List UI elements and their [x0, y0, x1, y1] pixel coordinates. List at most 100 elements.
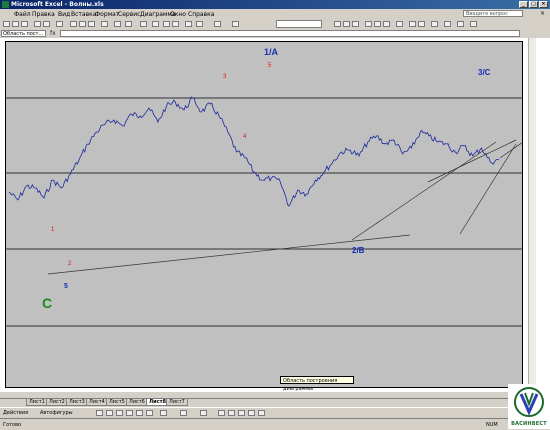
maximize-button[interactable]: □ — [529, 1, 538, 8]
print-icon[interactable] — [34, 21, 41, 27]
chart-tooltip: Область построения диаграммы — [280, 376, 354, 392]
rectangle-icon[interactable] — [116, 410, 123, 416]
currency-icon[interactable] — [409, 21, 416, 27]
preview-icon[interactable] — [43, 21, 50, 27]
align-left-icon[interactable] — [365, 21, 372, 27]
help-icon[interactable] — [232, 21, 239, 27]
logo-text: ВАСИНВЕСТ — [511, 421, 547, 427]
sort-asc-icon[interactable] — [163, 21, 170, 27]
textbox-icon[interactable] — [136, 410, 143, 416]
zoom-icon[interactable] — [214, 21, 221, 27]
menu-tools[interactable]: Сервис — [118, 11, 140, 18]
wave-label-4: 4 — [243, 134, 247, 140]
save-icon[interactable] — [21, 21, 28, 27]
wave-label-5-low: 5 — [64, 283, 68, 290]
borders-icon[interactable] — [444, 21, 451, 27]
line-icon[interactable] — [96, 410, 103, 416]
menu-format[interactable]: Формат — [95, 11, 119, 18]
wave-label-2b: 2/B — [352, 246, 365, 255]
wave-label-1a: 1/A — [264, 47, 279, 57]
redo-icon[interactable] — [125, 21, 132, 27]
trendline — [427, 139, 517, 183]
arrow-style-icon[interactable] — [238, 410, 245, 416]
tab-sheet-2[interactable]: Лист2 — [46, 399, 68, 406]
formula-input[interactable] — [60, 30, 520, 37]
draw-actions-menu[interactable]: Действия — [3, 410, 28, 416]
minimize-button[interactable]: _ — [519, 1, 528, 8]
chart-plot[interactable]: 1 2 3 4 5 1/A 2/B 3/C 5 C — [6, 42, 522, 387]
close-button[interactable]: × — [539, 1, 548, 8]
shadow-icon[interactable] — [248, 410, 255, 416]
excel-app-icon — [2, 1, 9, 8]
underline-icon[interactable] — [352, 21, 359, 27]
align-center-icon[interactable] — [374, 21, 381, 27]
wave-label-c: C — [42, 295, 52, 311]
side-panel — [536, 38, 550, 390]
font-color-draw-icon[interactable] — [200, 410, 207, 416]
logo-emblem-icon — [514, 387, 544, 417]
tab-sheet-7[interactable]: Лист7 — [166, 399, 188, 406]
bold-icon[interactable] — [334, 21, 341, 27]
font-color-icon[interactable] — [470, 21, 477, 27]
menu-insert[interactable]: Вставка — [71, 11, 96, 18]
menu-file[interactable]: Файл — [14, 11, 31, 18]
new-icon[interactable] — [3, 21, 10, 27]
cut-icon[interactable] — [70, 21, 77, 27]
menu-help[interactable]: Справка — [188, 11, 214, 18]
tab-sheet-5[interactable]: Лист5 — [106, 399, 128, 406]
fill-icon[interactable] — [160, 410, 167, 416]
title-bar: Microsoft Excel - Волны.xls _ □ × — [0, 0, 550, 9]
align-right-icon[interactable] — [383, 21, 390, 27]
worksheet-area: 1 2 3 4 5 1/A 2/B 3/C 5 C — [0, 38, 528, 392]
sort-desc-icon[interactable] — [172, 21, 179, 27]
arrow-icon[interactable] — [106, 410, 113, 416]
3d-icon[interactable] — [258, 410, 265, 416]
wave-label-2: 2 — [68, 261, 72, 267]
drawing-toolbar: Действия Автофигуры — [0, 407, 510, 418]
tab-sheet-1[interactable]: Лист1 — [26, 399, 48, 406]
copy-icon[interactable] — [79, 21, 86, 27]
autoshapes-menu[interactable]: Автофигуры — [40, 410, 73, 416]
trendline — [351, 141, 497, 241]
fill-color-icon[interactable] — [457, 21, 464, 27]
line-style-icon[interactable] — [218, 410, 225, 416]
italic-icon[interactable] — [343, 21, 350, 27]
tab-sheet-4[interactable]: Лист4 — [86, 399, 108, 406]
logo: ВАСИНВЕСТ — [508, 384, 550, 429]
tab-sheet-3[interactable]: Лист3 — [66, 399, 88, 406]
fx-icon[interactable]: fx — [50, 30, 56, 37]
wave-label-1: 1 — [51, 227, 55, 233]
oval-icon[interactable] — [126, 410, 133, 416]
merge-icon[interactable] — [396, 21, 403, 27]
spelling-icon[interactable] — [56, 21, 63, 27]
sheet-tabs: Лист1 Лист2 Лист3 Лист4 Лист5 Лист6 Лист… — [0, 398, 510, 407]
name-box[interactable]: Область пост... — [1, 30, 46, 37]
window-controls: _ □ × — [519, 1, 548, 8]
dash-style-icon[interactable] — [228, 410, 235, 416]
line-color-icon[interactable] — [180, 410, 187, 416]
chart-wizard-icon[interactable] — [185, 21, 192, 27]
indent-icon[interactable] — [431, 21, 438, 27]
workbook-close-icon[interactable]: × — [540, 10, 545, 17]
hyperlink-icon[interactable] — [140, 21, 147, 27]
ask-question-input[interactable]: Введите вопрос — [463, 10, 523, 17]
percent-icon[interactable] — [418, 21, 425, 27]
paste-icon[interactable] — [88, 21, 95, 27]
wave-label-3: 3 — [223, 74, 227, 80]
autosum-icon[interactable] — [152, 21, 159, 27]
open-icon[interactable] — [12, 21, 19, 27]
format-painter-icon[interactable] — [101, 21, 108, 27]
drawing-icon[interactable] — [196, 21, 203, 27]
font-size-select[interactable] — [276, 20, 322, 28]
wave-label-5: 5 — [268, 63, 272, 69]
menu-window[interactable]: Окно — [170, 11, 186, 18]
tab-sheet-6[interactable]: Лист6 — [126, 399, 148, 406]
menu-edit[interactable]: Правка — [32, 11, 55, 18]
wave-labels: 1 2 3 4 5 1/A 2/B 3/C 5 C — [42, 47, 491, 311]
menu-view[interactable]: Вид — [58, 11, 70, 18]
status-text: Готово — [3, 422, 22, 428]
undo-icon[interactable] — [114, 21, 121, 27]
chart-area[interactable]: 1 2 3 4 5 1/A 2/B 3/C 5 C — [5, 41, 523, 388]
wordart-icon[interactable] — [146, 410, 153, 416]
status-bar: Готово NUM — [0, 418, 510, 430]
